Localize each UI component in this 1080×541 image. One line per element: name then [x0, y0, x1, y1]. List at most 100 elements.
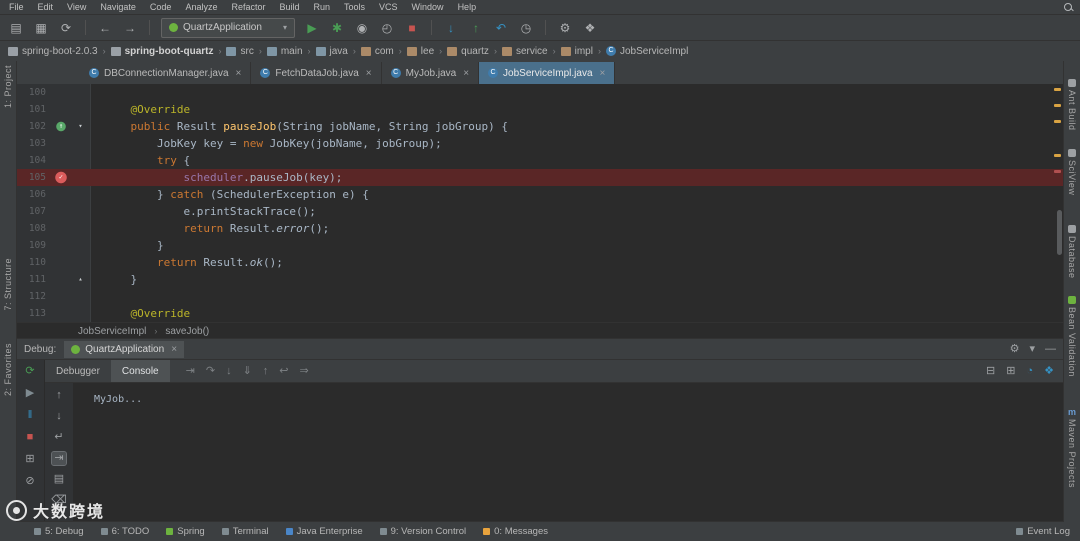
- code-line[interactable]: 105 ✓ scheduler.pauseJob(key);: [16, 169, 1064, 186]
- tab-fetchdatajob-java[interactable]: C FetchDataJob.java ×: [251, 62, 382, 84]
- show-execution-point-icon[interactable]: ⇥: [186, 365, 195, 378]
- code-line[interactable]: 112: [16, 288, 1064, 305]
- forward-icon[interactable]: →: [122, 20, 138, 36]
- search-icon[interactable]: [1064, 3, 1072, 11]
- chevron-down-icon[interactable]: ▾: [1029, 343, 1035, 356]
- stop-icon[interactable]: ■: [27, 431, 34, 444]
- history-icon[interactable]: ◷: [518, 20, 534, 36]
- menu-item-run[interactable]: Run: [307, 2, 338, 12]
- editor-scrollbar[interactable]: [1057, 210, 1062, 255]
- vcs-commit-icon[interactable]: ↑: [468, 20, 484, 36]
- code-line[interactable]: 104 try {: [16, 152, 1064, 169]
- step-over-icon[interactable]: ↷: [206, 365, 215, 378]
- code-line[interactable]: 113 @Override: [16, 305, 1064, 322]
- code-line[interactable]: 106 } catch (SchedulerException e) {: [16, 186, 1064, 203]
- tool-stripe-button-maven-projects[interactable]: m Maven Projects: [1067, 407, 1077, 488]
- breadcrumb-item-service[interactable]: service: [500, 46, 550, 57]
- restore-layout-icon[interactable]: ⊟: [986, 365, 995, 378]
- back-icon[interactable]: ←: [97, 20, 113, 36]
- rerun-icon[interactable]: ⟳: [25, 365, 34, 378]
- breakpoint-icon[interactable]: ✓: [50, 169, 72, 186]
- vcs-update-icon[interactable]: ↓: [443, 20, 459, 36]
- close-icon[interactable]: ×: [236, 68, 242, 79]
- stop-icon[interactable]: ■: [404, 20, 420, 36]
- run-config-select[interactable]: QuartzApplication ▾: [161, 17, 295, 38]
- tool-stripe-button-bean-validation[interactable]: Bean Validation: [1067, 296, 1077, 377]
- pause-icon[interactable]: ‖: [28, 409, 33, 422]
- breadcrumb-item-src[interactable]: src: [224, 46, 255, 57]
- menu-item-view[interactable]: View: [60, 2, 93, 12]
- tab-debugger[interactable]: Debugger: [45, 360, 111, 382]
- save-all-icon[interactable]: ▦: [33, 20, 49, 36]
- drop-frame-icon[interactable]: ↩: [279, 365, 288, 378]
- code-line[interactable]: 109 }: [16, 237, 1064, 254]
- close-icon[interactable]: ×: [171, 344, 177, 355]
- force-step-into-icon[interactable]: ⇓: [243, 365, 252, 378]
- run-icon[interactable]: ▶: [304, 20, 320, 36]
- open-project-icon[interactable]: ▤: [8, 20, 24, 36]
- debug-icon[interactable]: ✱: [329, 20, 345, 36]
- print-icon[interactable]: ▤: [54, 473, 64, 486]
- breadcrumb-item-com[interactable]: com: [359, 46, 396, 57]
- scroll-to-end-icon[interactable]: ⇥: [51, 451, 67, 466]
- settings-icon[interactable]: ⚙: [557, 20, 573, 36]
- view-breakpoints-icon[interactable]: ⊞: [25, 453, 34, 466]
- memory-view-icon[interactable]: ◔: [1026, 365, 1033, 378]
- step-out-icon[interactable]: ↑: [263, 365, 269, 378]
- statusbar-item-0-messages[interactable]: 0: Messages: [483, 526, 548, 537]
- breadcrumb-item-java[interactable]: java: [314, 46, 350, 57]
- menu-item-window[interactable]: Window: [405, 2, 451, 12]
- tool-stripe-button-2-favorites[interactable]: 2: Favorites: [3, 343, 13, 396]
- menu-item-help[interactable]: Help: [451, 2, 484, 12]
- statusbar-item-5-debug[interactable]: 5: Debug: [34, 526, 84, 537]
- menu-item-tools[interactable]: Tools: [337, 2, 372, 12]
- menu-item-build[interactable]: Build: [272, 2, 306, 12]
- hide-panel-icon[interactable]: —: [1045, 343, 1056, 356]
- collect-garbage-icon[interactable]: ❖: [1044, 365, 1054, 378]
- tool-stripe-button-ant-build[interactable]: Ant Build: [1067, 79, 1077, 131]
- mute-breakpoints-icon[interactable]: ⊘: [25, 475, 34, 488]
- close-icon[interactable]: ×: [463, 68, 469, 79]
- run-to-cursor-icon[interactable]: ⇒: [300, 365, 309, 378]
- menu-item-code[interactable]: Code: [143, 2, 179, 12]
- breadcrumb-item-main[interactable]: main: [265, 46, 305, 57]
- code-line[interactable]: 102 ↑ ▾ public Result pauseJob(String jobN…: [16, 118, 1064, 135]
- breadcrumb-item-jobserviceimpl[interactable]: C JobServiceImpl: [604, 46, 690, 57]
- statusbar-item-6-todo[interactable]: 6: TODO: [100, 526, 149, 537]
- menu-item-analyze[interactable]: Analyze: [178, 2, 224, 12]
- down-stack-trace-icon[interactable]: ↓: [56, 410, 62, 423]
- code-line[interactable]: 111 ▴ }: [16, 271, 1064, 288]
- breadcrumb-method[interactable]: saveJob(): [165, 326, 209, 337]
- tab-jobserviceimpl-java[interactable]: C JobServiceImpl.java ×: [479, 62, 616, 84]
- profiler-icon[interactable]: ◴: [379, 20, 395, 36]
- tool-stripe-button-sciview[interactable]: SciView: [1067, 148, 1077, 195]
- menu-item-vcs[interactable]: VCS: [372, 2, 405, 12]
- sync-icon[interactable]: ⟳: [58, 20, 74, 36]
- fold-marker[interactable]: ▴: [72, 271, 89, 288]
- code-line[interactable]: 103 JobKey key = new JobKey(jobName, job…: [16, 135, 1064, 152]
- resume-icon[interactable]: ▶: [26, 387, 34, 400]
- menu-item-navigate[interactable]: Navigate: [93, 2, 143, 12]
- statusbar-item-java-enterprise[interactable]: Java Enterprise: [285, 526, 363, 537]
- breadcrumb-class[interactable]: JobServiceImpl: [78, 326, 146, 337]
- layout-settings-icon[interactable]: ⊞: [1006, 365, 1015, 378]
- close-icon[interactable]: ×: [600, 68, 606, 79]
- code-line[interactable]: 107 e.printStackTrace();: [16, 203, 1064, 220]
- tab-myjob-java[interactable]: C MyJob.java ×: [381, 62, 480, 84]
- code-line[interactable]: 108 return Result.error();: [16, 220, 1064, 237]
- up-stack-trace-icon[interactable]: ↑: [56, 389, 62, 402]
- code-line[interactable]: 100: [16, 84, 1064, 101]
- statusbar-item-event-log[interactable]: Event Log: [1016, 526, 1070, 537]
- editor[interactable]: 100 101 @Override 102 ↑ ▾ public Result paus…: [16, 84, 1064, 322]
- tool-stripe-button-1-project[interactable]: 1: Project: [3, 65, 13, 108]
- statusbar-item-terminal[interactable]: Terminal: [221, 526, 269, 537]
- debug-session-tab[interactable]: QuartzApplication ×: [64, 340, 185, 358]
- debug-console[interactable]: MyJob...: [74, 383, 1064, 522]
- run-coverage-icon[interactable]: ◉: [354, 20, 370, 36]
- menu-item-edit[interactable]: Edit: [31, 2, 61, 12]
- settings-icon[interactable]: ⚙: [1010, 343, 1020, 356]
- menu-item-refactor[interactable]: Refactor: [224, 2, 272, 12]
- breadcrumb-item-spring-boot-2-0-3[interactable]: spring-boot-2.0.3: [6, 46, 100, 57]
- vcs-revert-icon[interactable]: ↶: [493, 20, 509, 36]
- breadcrumb-item-impl[interactable]: impl: [559, 46, 595, 57]
